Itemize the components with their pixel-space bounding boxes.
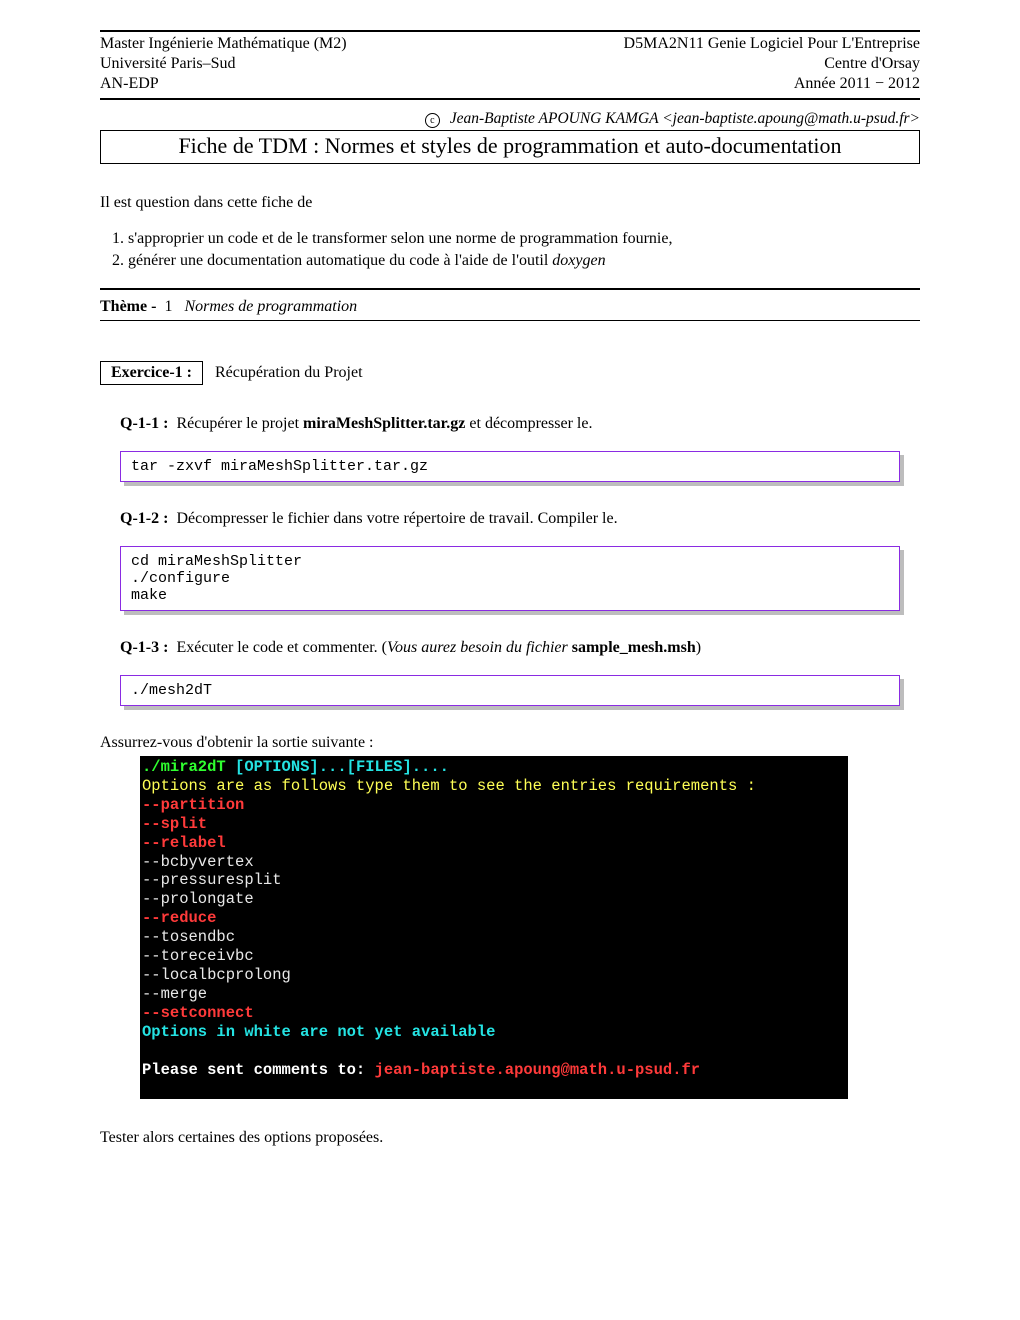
q12-text: Décompresser le fichier dans votre réper…	[176, 510, 617, 527]
doc-header: Master Ingénierie Mathématique (M2) D5MA…	[100, 34, 920, 94]
goals-list: s'approprier un code et de le transforme…	[128, 230, 920, 270]
tool-name: doxygen	[552, 252, 605, 269]
term-opt: --relabel	[142, 834, 226, 852]
term-please-a: Please sent comments to:	[142, 1061, 375, 1079]
q-1-2: Q-1-2 : Décompresser le fichier dans vot…	[120, 510, 920, 528]
term-cmd: ./mira2dT	[142, 758, 226, 776]
document-title: Fiche de TDM : Normes et styles de progr…	[100, 130, 920, 164]
code-text-1: tar -zxvf miraMeshSplitter.tar.gz	[120, 451, 900, 482]
code-text-3: ./mesh2dT	[120, 675, 900, 706]
code-block-2: cd miraMeshSplitter ./configure make	[120, 546, 900, 611]
goal-item-2: générer une documentation automatique du…	[128, 252, 920, 270]
code-block-3: ./mesh2dT	[120, 675, 900, 706]
goal-item-2-text: générer une documentation automatique du…	[128, 252, 606, 269]
assure-text: Assurrez-vous d'obtenir la sortie suivan…	[100, 734, 920, 752]
exercise-label: Exercice-1 :	[111, 364, 192, 381]
term-opt: --toreceivbc	[142, 947, 254, 965]
code-text-2: cd miraMeshSplitter ./configure make	[120, 546, 900, 611]
term-opt: --split	[142, 815, 207, 833]
page: Master Ingénierie Mathématique (M2) D5MA…	[100, 0, 920, 1197]
hdr-left-1: Master Ingénierie Mathématique (M2)	[100, 34, 472, 54]
copyright-icon: c	[425, 113, 440, 128]
exercise-line: Exercice-1 : Récupération du Projet	[100, 361, 920, 385]
hdr-left-2: Université Paris–Sud	[100, 54, 472, 74]
hdr-left-3: AN-EDP	[100, 74, 472, 94]
copyright-text: Jean-Baptiste APOUNG KAMGA <jean-baptist…	[450, 110, 920, 127]
term-opt: --pressuresplit	[142, 871, 282, 889]
term-opt: --setconnect	[142, 1004, 254, 1022]
q-1-3: Q-1-3 : Exécuter le code et commenter. (…	[120, 639, 920, 657]
term-opt: --merge	[142, 985, 207, 1003]
theme-line: Thème - 1 Normes de programmation	[100, 298, 920, 316]
terminal-output: ./mira2dT [OPTIONS]...[FILES].... Option…	[140, 756, 848, 1099]
rule-section-bot	[100, 320, 920, 321]
hdr-right-1: D5MA2N11 Genie Logiciel Pour L'Entrepris…	[472, 34, 920, 54]
q-1-1: Q-1-1 : Récupérer le projet miraMeshSpli…	[120, 415, 920, 433]
rule-mid	[100, 98, 920, 100]
goal-item-1: s'approprier un code et de le transforme…	[128, 230, 920, 248]
theme-label: Thème -	[100, 298, 156, 315]
q11-bold: miraMeshSplitter.tar.gz	[303, 415, 465, 432]
q13-t2: )	[696, 639, 701, 656]
hdr-right-3: Année 2011 − 2012	[472, 74, 920, 94]
q12-label: Q-1-2 :	[120, 510, 168, 527]
q13-bold: sample_mesh.msh	[572, 639, 696, 656]
q11-t2: et décompresser le.	[465, 415, 592, 432]
intro-text: Il est question dans cette fiche de	[100, 194, 920, 212]
term-opt: --reduce	[142, 909, 216, 927]
term-opt: --partition	[142, 796, 244, 814]
rule-section-top	[100, 288, 920, 290]
rule-top	[100, 30, 920, 32]
term-opt: --localbcprolong	[142, 966, 291, 984]
term-opt: --bcbyvertex	[142, 853, 254, 871]
code-block-1: tar -zxvf miraMeshSplitter.tar.gz	[120, 451, 900, 482]
hdr-right-2: Centre d'Orsay	[472, 54, 920, 74]
term-desc: Options are as follows type them to see …	[142, 777, 756, 795]
term-please-b: jean-baptiste.apoung@math.u-psud.fr	[375, 1061, 701, 1079]
theme-title: Normes de programmation	[184, 298, 357, 315]
tester-text: Tester alors certaines des options propo…	[100, 1129, 920, 1147]
term-opt: --tosendbc	[142, 928, 235, 946]
q13-label: Q-1-3 :	[120, 639, 168, 656]
term-note: Options in white are not yet available	[142, 1023, 495, 1041]
q13-italic: Vous aurez besoin du fichier	[387, 639, 572, 656]
theme-num: 1	[164, 298, 172, 315]
q11-label: Q-1-1 :	[120, 415, 168, 432]
q13-t1: Exécuter le code et commenter. (	[176, 639, 387, 656]
term-cmd-args: [OPTIONS]...[FILES]....	[226, 758, 449, 776]
term-opt: --prolongate	[142, 890, 254, 908]
exercise-box: Exercice-1 :	[100, 361, 203, 385]
q11-t1: Récupérer le projet	[176, 415, 303, 432]
exercise-title: Récupération du Projet	[215, 364, 363, 381]
copyright-line: c Jean-Baptiste APOUNG KAMGA <jean-bapti…	[100, 110, 920, 128]
